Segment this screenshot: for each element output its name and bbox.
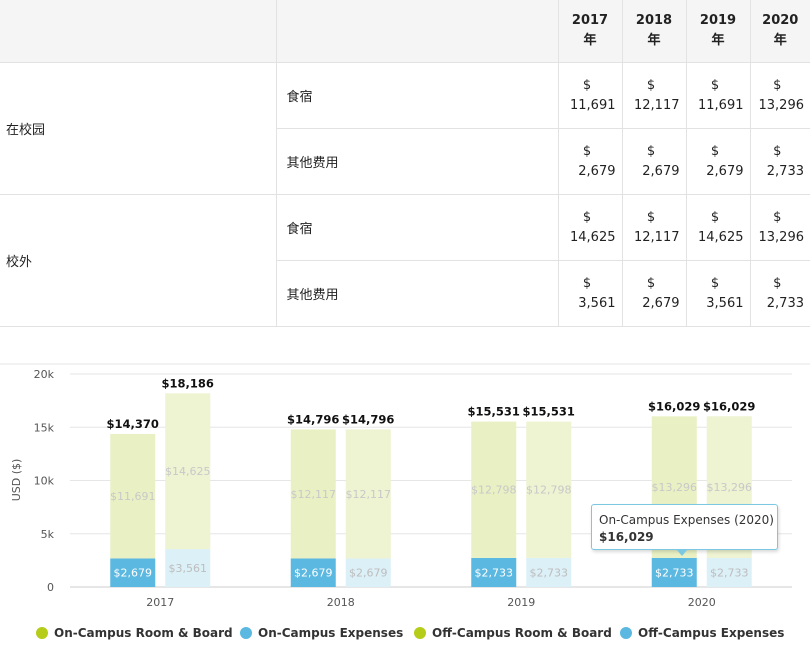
category-label: 其他费用 [276,128,559,195]
legend-dot-icon [240,627,252,639]
legend-item[interactable]: Off-Campus Expenses [620,626,784,640]
bar-data-label: $14,625 [165,465,211,478]
cost-cell: $2,679 [621,260,687,327]
tooltip-title: On-Campus Expenses (2020) [599,513,774,527]
cost-table: 2017 年 2018 年 2019 年 2020 年 在校园 食宿 $11,691 $… [0,0,810,327]
bar-data-label: $2,733 [655,566,694,579]
cost-cell: $13,296 [749,194,810,261]
legend-dot-icon [36,627,48,639]
x-tick-label: 2017 [146,596,174,609]
legend-dot-icon [414,627,426,639]
bar-total-label: $15,531 [468,405,520,419]
tooltip-value: $16,029 [599,530,654,544]
y-tick-label: 15k [34,421,55,434]
table-row: 校外 食宿 $14,625 $12,117 $14,625 $13,296 [0,194,810,327]
x-tick-label: 2018 [327,596,355,609]
bar-data-label: $3,561 [169,562,208,575]
bar-data-label: $2,733 [475,566,514,579]
y-tick-label: 20k [34,368,55,381]
chart-tooltip: On-Campus Expenses (2020) $16,029 [591,504,778,550]
year-header: 2019 年 [685,0,751,63]
bar-data-label: $13,296 [652,481,698,494]
chart-legend: On-Campus Room & Board On-Campus Expense… [0,626,810,644]
category-label: 其他费用 [276,260,559,327]
legend-dot-icon [620,627,632,639]
cost-cell: $13,296 [749,62,810,129]
cost-cell: $14,625 [685,194,751,261]
bar-data-label: $2,679 [294,567,333,580]
legend-item[interactable]: Off-Campus Room & Board [414,626,612,640]
group-label-off-campus: 校外 [0,194,277,327]
bar-data-label: $12,798 [471,484,517,497]
cost-cell: $3,561 [685,260,751,327]
bar-total-label: $15,531 [523,405,575,419]
header-blank-category [275,0,559,63]
y-tick-label: 5k [41,528,55,541]
table-header-row: 2017 年 2018 年 2019 年 2020 年 [0,0,810,63]
bar-data-label: $12,117 [346,488,392,501]
cost-cell: $2,679 [685,128,751,195]
cost-cell: $2,679 [621,128,687,195]
cost-cell: $2,733 [749,260,810,327]
tooltip-arrow [676,549,688,556]
category-label: 食宿 [275,194,559,261]
y-axis-title: USD ($) [10,459,23,502]
bar-data-label: $2,679 [349,567,388,580]
year-header: 2017 年 [557,0,623,63]
category-label: 食宿 [275,62,559,129]
bar-total-label: $14,796 [342,412,394,426]
bar-data-label: $13,296 [707,481,753,494]
bar-data-label: $2,733 [710,566,749,579]
x-tick-label: 2020 [688,596,716,609]
y-tick-label: 0 [47,581,54,594]
cost-cell: $2,679 [557,128,623,195]
cost-cell: $14,625 [557,194,623,261]
cost-cell: $11,691 [557,62,623,129]
x-tick-label: 2019 [507,596,535,609]
cost-cell: $12,117 [621,194,687,261]
bar-data-label: $11,691 [110,490,156,503]
cost-cell: $3,561 [557,260,623,327]
header-blank-group [0,0,277,63]
cost-cell: $11,691 [685,62,751,129]
bar-total-label: $14,796 [287,412,339,426]
year-header: 2020 年 [749,0,810,63]
bar-data-label: $12,117 [291,488,337,501]
y-tick-label: 10k [34,475,55,488]
legend-item[interactable]: On-Campus Expenses [240,626,403,640]
bar-total-label: $16,029 [648,399,700,413]
cost-cell: $12,117 [621,62,687,129]
cost-cell: $2,733 [749,128,810,195]
group-label-on-campus: 在校园 [0,62,277,195]
bar-total-label: $18,186 [162,376,214,390]
bar-data-label: $2,733 [530,566,569,579]
bar-data-label: $2,679 [114,567,153,580]
bar-total-label: $14,370 [107,417,159,431]
legend-item[interactable]: On-Campus Room & Board [36,626,233,640]
year-header: 2018 年 [621,0,687,63]
bar-total-label: $16,029 [703,399,755,413]
table-row: 在校园 食宿 $11,691 $12,117 $11,691 $13,296 [0,62,810,195]
bar-data-label: $12,798 [526,484,572,497]
